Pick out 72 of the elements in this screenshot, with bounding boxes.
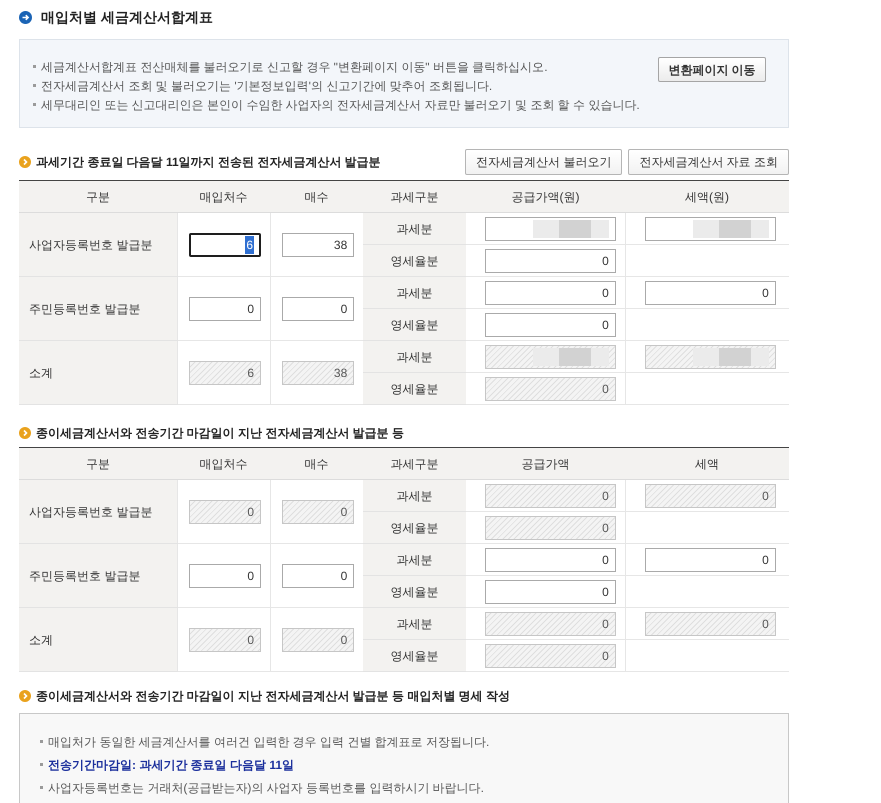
column-header: 매수 xyxy=(270,448,363,480)
input-field[interactable]: 0 xyxy=(484,280,616,304)
column-header: 세액 xyxy=(625,448,789,480)
column-header: 공급가액 xyxy=(466,448,625,480)
input-field[interactable]: 0 xyxy=(644,280,776,304)
blurred-block-icon xyxy=(532,348,609,366)
chevron-circle-icon xyxy=(19,156,31,168)
bullet-icon xyxy=(33,84,36,87)
input-field[interactable] xyxy=(644,216,776,240)
tax-type-label: 영세율분 xyxy=(363,512,466,544)
column-header: 과세구분 xyxy=(363,180,466,212)
tax-type-label: 과세분 xyxy=(363,276,466,308)
notice-text: 세금계산서합계표 전산매체를 불러오기로 신고할 경우 "변환페이지 이동" 버튼을 클릭하십시오. xyxy=(41,58,548,76)
column-header: 매입처수 xyxy=(177,180,270,212)
input-field[interactable]: 0 xyxy=(189,564,261,588)
arrow-circle-icon xyxy=(19,11,32,24)
row-label: 사업자등록번호 발급분 xyxy=(19,212,177,276)
notice-text: 전자세금계산서 조회 및 불러오기는 '기본정보입력'의 신고기간에 맞추어 조회됩니다. xyxy=(41,78,492,94)
section-heading: 과세기간 종료일 다음달 11일까지 전송된 전자세금계산서 발급분 xyxy=(36,154,381,171)
bullet-icon xyxy=(33,65,36,68)
tax-type-label: 영세율분 xyxy=(363,576,466,608)
blurred-block-icon xyxy=(692,348,769,366)
column-header: 세액(원) xyxy=(625,180,789,212)
input-field[interactable]: 38 xyxy=(282,232,354,256)
column-header: 과세구분 xyxy=(363,448,466,480)
guide-text: 전송기간마감일: 과세기간 종료일 다음달 11일 xyxy=(48,756,294,774)
input-field[interactable]: 0 xyxy=(644,548,776,572)
chevron-circle-icon xyxy=(19,427,31,439)
row-label: 주민등록번호 발급분 xyxy=(19,544,177,608)
tax-type-label: 과세분 xyxy=(363,212,466,244)
input-field[interactable]: 0 xyxy=(484,548,616,572)
tax-type-label: 영세율분 xyxy=(363,640,466,672)
tax-type-label: 영세율분 xyxy=(363,372,466,404)
column-header: 구분 xyxy=(19,448,177,480)
section-heading: 종이세금계산서와 전송기간 마감일이 지난 전자세금계산서 발급분 등 xyxy=(36,425,404,442)
bullet-icon xyxy=(40,763,43,766)
action-button[interactable]: 전자세금계산서 자료 조회 xyxy=(628,149,789,175)
blurred-block-icon xyxy=(532,220,609,238)
input-field[interactable]: 0 xyxy=(189,296,261,320)
notice-text: 세무대리인 또는 신고대리인은 본인이 수임한 사업자의 전자세금계산서 자료만 불러오기 및 조회 할 수 있습니다. xyxy=(41,96,640,114)
column-header: 공급가액(원) xyxy=(466,180,625,212)
input-field[interactable]: 0 xyxy=(484,580,616,604)
action-button[interactable]: 전자세금계산서 불러오기 xyxy=(464,149,622,175)
tax-type-label: 과세분 xyxy=(363,340,466,372)
row-label: 소계 xyxy=(19,608,177,672)
page-title: 매입처별 세금계산서합계표 xyxy=(41,8,213,27)
tax-type-label: 영세율분 xyxy=(363,244,466,276)
input-field[interactable]: 6 xyxy=(189,232,261,256)
chevron-circle-icon xyxy=(19,690,31,702)
tax-type-label: 과세분 xyxy=(363,480,466,512)
tax-type-label: 과세분 xyxy=(363,608,466,640)
guide-text: 매입처가 동일한 세금계산서를 여러건 입력한 경우 입력 건별 합계표로 저장됩니다. xyxy=(48,734,490,750)
input-field[interactable]: 0 xyxy=(484,312,616,336)
bullet-icon xyxy=(33,103,36,106)
convert-page-button[interactable]: 변환페이지 이동 xyxy=(658,57,766,82)
bullet-icon xyxy=(40,786,43,789)
tax-type-label: 과세분 xyxy=(363,544,466,576)
section-heading: 종이세금계산서와 전송기간 마감일이 지난 전자세금계산서 발급분 등 매입처별 명세 작성 xyxy=(36,688,510,705)
row-label: 사업자등록번호 발급분 xyxy=(19,480,177,544)
bullet-icon xyxy=(40,740,43,743)
row-label: 주민등록번호 발급분 xyxy=(19,276,177,340)
column-header: 매수 xyxy=(270,180,363,212)
column-header: 구분 xyxy=(19,180,177,212)
tax-type-label: 영세율분 xyxy=(363,308,466,340)
input-field[interactable]: 0 xyxy=(282,564,354,588)
input-field[interactable]: 0 xyxy=(282,296,354,320)
row-label: 소계 xyxy=(19,340,177,404)
blurred-block-icon xyxy=(692,220,769,238)
input-field[interactable] xyxy=(484,216,616,240)
column-header: 매입처수 xyxy=(177,448,270,480)
guide-text: 사업자등록번호는 거래처(공급받는자)의 사업자 등록번호를 입력하시기 바랍니다. xyxy=(48,780,484,796)
input-field[interactable]: 0 xyxy=(484,248,616,272)
